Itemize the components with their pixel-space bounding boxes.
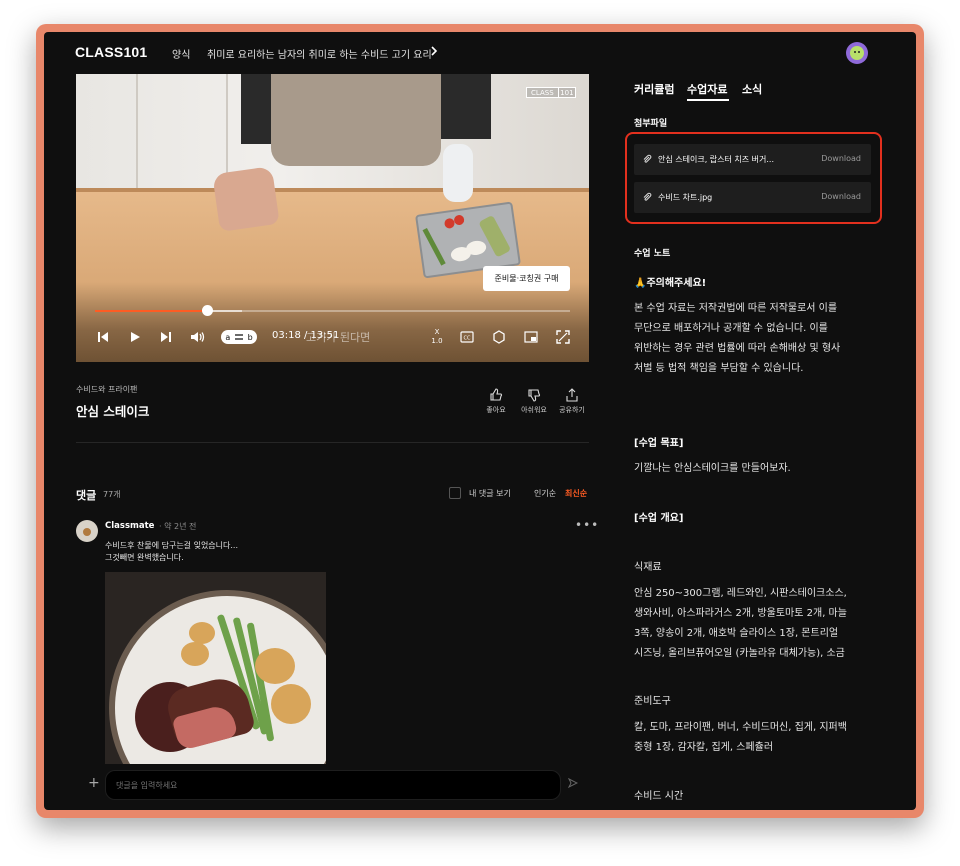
section-divider	[76, 442, 589, 443]
comment-avatar[interactable]	[76, 520, 98, 542]
goal-heading: [수업 목표]	[634, 438, 684, 449]
warning-text-line: 본 수업 자료는 저작권법에 따른 저작물로서 이를	[634, 303, 838, 314]
app-window: CLASS101 양식 취미로 요리하는 남자의 취미로 하는 수비드 고기 요…	[44, 32, 916, 810]
svg-text:CC: CC	[464, 336, 471, 342]
tools-line: 칼, 도마, 프라이팬, 버너, 수비드머신, 집게, 지퍼백	[634, 722, 847, 733]
settings-icon[interactable]	[491, 326, 507, 348]
comment-photo[interactable]	[105, 572, 326, 764]
attachment-file-2[interactable]: 수비드 차트.jpg Download	[634, 182, 871, 213]
comment-time: · 약 2년 전	[159, 522, 197, 531]
video-subtitle: 고기가 된다면	[306, 331, 371, 344]
thumbs-up-icon	[490, 388, 503, 401]
skip-forward-icon[interactable]	[159, 326, 173, 348]
tools-line: 중형 1장, 감자칼, 집게, 스페츌러	[634, 742, 774, 753]
breadcrumb-class[interactable]: 취미로 요리하는 남자의 취미로 하는 수비드 고기 요리	[207, 46, 432, 61]
goal-text: 기깔나는 안심스테이크를 만들어보자.	[634, 463, 791, 474]
download-button[interactable]: Download	[821, 154, 861, 163]
video-progress-bar[interactable]	[95, 305, 570, 316]
warning-heading: 🙏주의해주세요!	[634, 278, 707, 289]
share-icon	[566, 388, 578, 402]
video-controls: a b 03:18 / 13:51 고기가 된다면 X 1.0 CC	[76, 326, 589, 348]
play-icon[interactable]	[128, 326, 142, 348]
attachments-title: 첨부파일	[634, 119, 668, 129]
my-comments-checkbox[interactable]	[449, 487, 461, 499]
comment-input[interactable]	[105, 770, 561, 800]
video-player[interactable]: CLASS 101 준비물·코칭권 구매 a b 03:18 / 13:51 고…	[76, 74, 589, 362]
tab-materials[interactable]: 수업자료	[687, 81, 727, 97]
send-icon[interactable]	[568, 778, 578, 788]
active-tab-indicator	[687, 99, 729, 101]
class101-logo[interactable]: CLASS101	[75, 44, 147, 60]
breadcrumb-category[interactable]: 양식	[172, 46, 190, 61]
attachment-file-1[interactable]: 안심 스테이크, 랍스터 치즈 버거... Download	[634, 144, 871, 175]
comments-title: 댓글	[76, 489, 97, 502]
lesson-note-title: 수업 노트	[634, 249, 671, 259]
warning-text-line: 무단으로 배포하거나 공개할 수 없습니다. 이를	[634, 323, 828, 334]
pip-icon[interactable]	[523, 326, 539, 348]
plus-icon[interactable]: +	[88, 775, 100, 791]
ingredients-line: 생와사비, 아스파라거스 2개, 방울토마토 2개, 마늘	[634, 608, 847, 619]
sort-newest[interactable]: 최신순	[565, 488, 587, 499]
warning-text-line: 위반하는 경우 관련 법률에 따라 손해배상 및 형사	[634, 343, 841, 354]
share-button[interactable]: 공유하기	[552, 388, 592, 415]
attachment-file-name: 수비드 차트.jpg	[658, 193, 713, 202]
warning-text-line: 처벌 등 법적 책임을 부담할 수 있습니다.	[634, 363, 804, 374]
comment-username[interactable]: Classmate	[105, 521, 154, 531]
paperclip-icon	[643, 154, 652, 163]
comment-text-line: 그것빼면 완벽했습니다.	[105, 553, 184, 562]
lesson-title: 안심 스테이크	[76, 404, 150, 419]
download-button[interactable]: Download	[821, 192, 861, 201]
comments-count: 77개	[103, 490, 121, 499]
skip-back-icon[interactable]	[96, 326, 110, 348]
playback-speed-button[interactable]: X 1.0	[430, 328, 444, 346]
cc-icon[interactable]: CC	[459, 326, 475, 348]
fullscreen-icon[interactable]	[555, 326, 571, 348]
lesson-category: 수비드와 프라이팬	[76, 385, 138, 394]
sort-popular[interactable]: 인기순	[534, 488, 556, 499]
tab-news[interactable]: 소식	[742, 81, 762, 97]
progress-scrubber-handle[interactable]	[201, 305, 213, 316]
sousvide-time-title: 수비드 시간	[634, 791, 684, 802]
chevron-right-icon[interactable]	[429, 45, 439, 57]
attachment-file-name: 안심 스테이크, 랍스터 치즈 버거...	[658, 155, 775, 164]
ingredients-line: 시즈닝, 올리브퓨어오일 (카놀라유 대체가능), 소금	[634, 648, 845, 659]
paperclip-icon	[643, 192, 652, 201]
thumbs-down-icon	[528, 389, 541, 402]
video-chef-apron	[271, 74, 441, 166]
volume-icon[interactable]	[189, 326, 205, 348]
more-icon[interactable]: •••	[575, 518, 599, 532]
like-button[interactable]: 좋아요	[476, 388, 516, 415]
ab-loop-icon[interactable]: a b	[221, 330, 257, 344]
ingredients-title: 식재료	[634, 562, 662, 573]
purchase-materials-button[interactable]: 준비물·코칭권 구매	[483, 266, 570, 291]
dislike-button[interactable]: 아쉬워요	[514, 388, 554, 415]
tab-curriculum[interactable]: 커리큘럼	[634, 81, 674, 97]
avatar-icon[interactable]	[846, 42, 868, 64]
overview-heading: [수업 개요]	[634, 513, 684, 524]
warning-emoji-icon: 🙏	[634, 278, 647, 289]
ingredients-line: 3쪽, 양송이 2개, 애호박 슬라이스 1장, 몬트리얼	[634, 628, 839, 639]
top-header: CLASS101 양식 취미로 요리하는 남자의 취미로 하는 수비드 고기 요…	[44, 32, 916, 74]
comment-text-line: 수비드후 찬물에 담구는걸 잊었습니다...	[105, 541, 239, 550]
tools-title: 준비도구	[634, 696, 671, 707]
ingredients-line: 안심 250~300그램, 레드와인, 시판스테이크소스,	[634, 588, 847, 599]
progress-played	[95, 310, 207, 312]
my-comments-label[interactable]: 내 댓글 보기	[469, 488, 511, 499]
video-watermark-logo: CLASS 101	[526, 87, 576, 98]
